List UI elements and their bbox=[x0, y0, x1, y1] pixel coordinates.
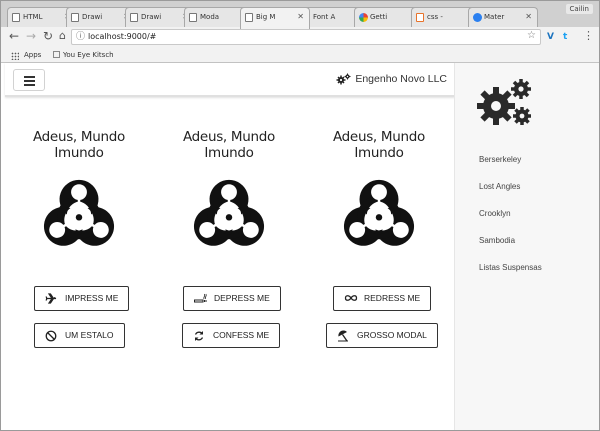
ban-icon bbox=[45, 330, 57, 342]
hamburger-line bbox=[24, 84, 35, 86]
sidebar-item-listas-suspensas[interactable]: Listas Suspensas bbox=[479, 263, 542, 272]
tab-title: Drawi bbox=[141, 13, 162, 21]
hamburger-line bbox=[24, 80, 35, 82]
button-label: IMPRESS ME bbox=[65, 293, 119, 303]
app-bar: Engenho Novo LLC bbox=[5, 63, 455, 97]
biohazard-icon bbox=[343, 177, 415, 249]
home-icon[interactable]: ⌂ bbox=[59, 29, 66, 43]
sidebar-item-lost-angles[interactable]: Lost Angles bbox=[479, 182, 520, 191]
stackoverflow-icon bbox=[416, 13, 424, 22]
tab-title: HTML bbox=[23, 13, 43, 21]
page-icon bbox=[245, 13, 253, 22]
reload-icon[interactable]: ↻ bbox=[43, 29, 53, 43]
sidebar-item-crooklyn[interactable]: Crooklyn bbox=[479, 209, 511, 218]
material-icon bbox=[473, 13, 482, 22]
browser-window: HTML✕ Drawi✕ Drawi✕ Moda✕ Big M✕ Font A✕… bbox=[0, 0, 600, 431]
plane-icon bbox=[45, 293, 57, 304]
card-title: Adeus, Mundo Imundo bbox=[332, 129, 426, 161]
hamburger-line bbox=[24, 76, 35, 78]
cogs-icon bbox=[336, 73, 351, 85]
tab-title: Moda bbox=[200, 13, 220, 21]
tab-title: Getti bbox=[370, 13, 388, 21]
sidebar-item-berserkeley[interactable]: Berserkeley bbox=[479, 155, 521, 164]
profile-button[interactable]: Cailin bbox=[565, 4, 593, 14]
biohazard-icon bbox=[193, 177, 265, 249]
umbrella-beach-icon bbox=[338, 330, 348, 342]
tab-title: Drawi bbox=[82, 13, 103, 21]
infinity-icon bbox=[344, 295, 358, 301]
page-content: Engenho Novo LLC Adeus, Mundo Imundo Ade… bbox=[1, 63, 599, 430]
card-title: Adeus, Mundo Imundo bbox=[32, 129, 126, 161]
twitter-extension-icon[interactable]: t bbox=[563, 31, 567, 43]
bookmark-label: You Eye Kitsch bbox=[63, 51, 114, 59]
button-label: DEPRESS ME bbox=[214, 293, 270, 303]
url-text: localhost:9000/# bbox=[88, 32, 157, 41]
tab-strip: HTML✕ Drawi✕ Drawi✕ Moda✕ Big M✕ Font A✕… bbox=[1, 1, 599, 29]
impress-me-button[interactable]: IMPRESS ME bbox=[34, 286, 130, 311]
google-icon bbox=[359, 13, 368, 22]
cogs-icon bbox=[477, 79, 531, 125]
page-icon bbox=[71, 13, 79, 22]
button-label: CONFESS ME bbox=[213, 330, 270, 340]
confess-me-button[interactable]: CONFESS ME bbox=[182, 323, 281, 348]
bookmarks-bar: Apps You Eye Kitsch bbox=[1, 47, 599, 63]
browser-toolbar: ← → ↻ ⌂ ⓘ localhost:9000/# ☆ V t ⋮ bbox=[1, 27, 599, 47]
page-icon bbox=[189, 13, 197, 22]
apps-grid-icon[interactable] bbox=[11, 52, 19, 60]
hamburger-menu-button[interactable] bbox=[13, 69, 45, 91]
redress-me-button[interactable]: REDRESS ME bbox=[333, 286, 432, 311]
bookmark-apps[interactable]: Apps bbox=[24, 50, 41, 60]
card-3: Adeus, Mundo Imundo bbox=[309, 129, 449, 161]
close-icon[interactable]: ✕ bbox=[525, 12, 532, 21]
um-estalo-button[interactable]: UM ESTALO bbox=[34, 323, 125, 348]
card-2: Adeus, Mundo Imundo bbox=[159, 129, 299, 161]
vimeo-extension-icon[interactable]: V bbox=[547, 31, 554, 43]
sidebar-item-sambodia[interactable]: Sambodia bbox=[479, 236, 515, 245]
brand[interactable]: Engenho Novo LLC bbox=[336, 73, 447, 85]
card-title: Adeus, Mundo Imundo bbox=[182, 129, 276, 161]
button-label: UM ESTALO bbox=[65, 330, 114, 340]
tab-big-modal[interactable]: Big M ✕ bbox=[240, 7, 310, 29]
card-1: Adeus, Mundo Imundo bbox=[9, 129, 149, 161]
tab-title: Font A bbox=[313, 13, 336, 21]
address-bar[interactable]: ⓘ localhost:9000/# ☆ bbox=[71, 29, 541, 45]
back-icon[interactable]: ← bbox=[9, 29, 19, 43]
close-icon[interactable]: ✕ bbox=[297, 12, 304, 21]
forward-icon[interactable]: → bbox=[26, 29, 36, 43]
biohazard-icon bbox=[43, 177, 115, 249]
button-label: REDRESS ME bbox=[364, 293, 421, 303]
page-icon bbox=[130, 13, 138, 22]
tab-material[interactable]: Mater ✕ bbox=[468, 7, 538, 29]
menu-dots-icon[interactable]: ⋮ bbox=[583, 29, 594, 43]
bookmark-you-eye-kitsch[interactable]: You Eye Kitsch bbox=[53, 50, 114, 60]
smoking-icon bbox=[194, 293, 207, 303]
grosso-modal-button[interactable]: GROSSO MODAL bbox=[326, 323, 438, 348]
depress-me-button[interactable]: DEPRESS ME bbox=[183, 286, 281, 311]
bookmark-star-icon[interactable]: ☆ bbox=[527, 29, 536, 43]
tab-title: Mater bbox=[484, 13, 505, 21]
tab-title: css - bbox=[427, 13, 443, 21]
brand-name: Engenho Novo LLC bbox=[355, 73, 447, 85]
page-icon bbox=[53, 51, 60, 58]
refresh-icon bbox=[194, 331, 204, 341]
sidebar: Berserkeley Lost Angles Crooklyn Sambodi… bbox=[454, 63, 599, 430]
button-label: GROSSO MODAL bbox=[357, 330, 427, 340]
page-icon bbox=[12, 13, 20, 22]
tab-title: Big M bbox=[256, 13, 276, 21]
info-icon: ⓘ bbox=[76, 32, 86, 42]
